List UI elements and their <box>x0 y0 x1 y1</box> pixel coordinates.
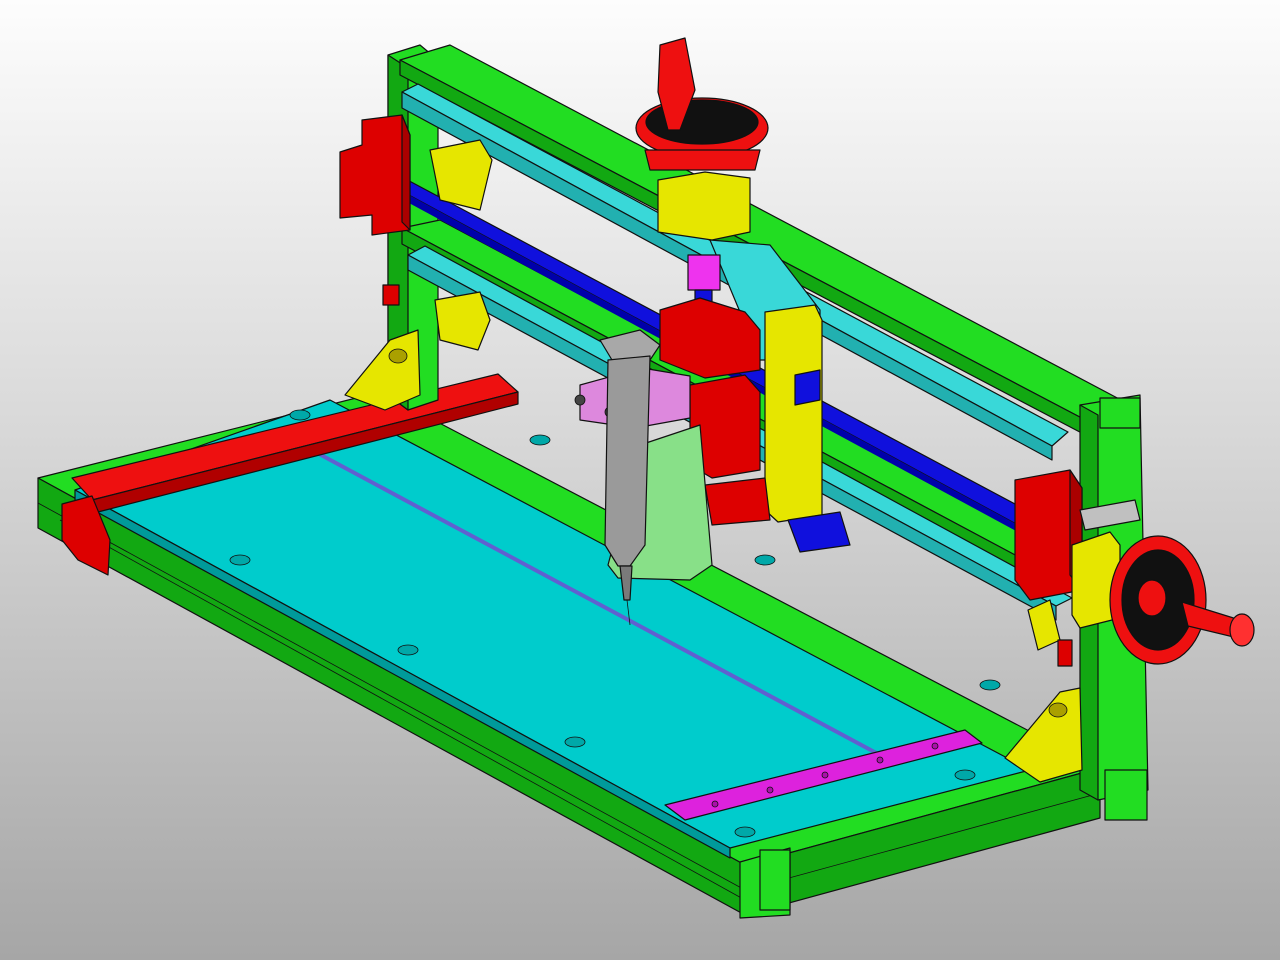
mount-hole <box>954 769 976 781</box>
mount-hole <box>754 554 776 566</box>
handwheel-z[interactable] <box>635 37 769 171</box>
mount-hole <box>529 434 551 446</box>
mount-hole <box>397 644 419 656</box>
mount-hole <box>564 736 586 748</box>
mount-hole <box>229 554 251 566</box>
cnc-dispenser-model[interactable] <box>0 0 1280 960</box>
cad-viewport[interactable] <box>0 0 1280 960</box>
mount-hole <box>734 826 756 838</box>
mount-hole <box>979 679 1001 691</box>
mount-hole <box>289 409 311 421</box>
